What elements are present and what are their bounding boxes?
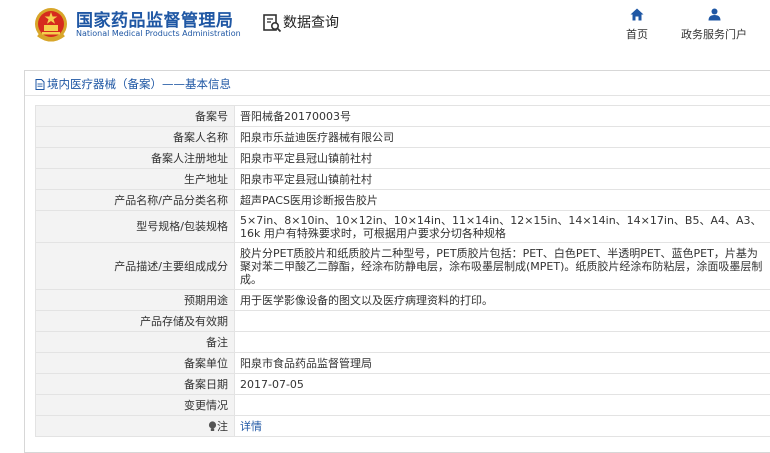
field-label: 产品名称/产品分类名称 xyxy=(36,190,235,211)
site-header: 国家药品监督管理局 National Medical Products Admi… xyxy=(0,0,770,58)
field-value: 阳泉市食品药品监督管理局 xyxy=(235,353,770,374)
field-label: 产品描述/主要组成成分 xyxy=(36,243,235,290)
field-label: 预期用途 xyxy=(36,290,235,311)
field-value: 阳泉市平定县冠山镇前社村 xyxy=(235,148,770,169)
data-query-icon xyxy=(262,13,282,33)
breadcrumb-text: 境内医疗器械（备案）——基本信息 xyxy=(47,77,231,91)
field-value: 用于医学影像设备的图文以及医疗病理资料的打印。 xyxy=(235,290,770,311)
detail-panel: 境内医疗器械（备案）——基本信息 备案号 晋阳械备20170003号 备案人名称… xyxy=(24,70,770,453)
table-row: 产品描述/主要组成成分 胶片分PET质胶片和纸质胶片二种型号，PET质胶片包括：… xyxy=(36,243,770,290)
field-label: 生产地址 xyxy=(36,169,235,190)
org-name-cn: 国家药品监督管理局 xyxy=(76,6,234,31)
details-link[interactable]: 详情 xyxy=(240,420,262,433)
field-label: 备案号 xyxy=(36,106,235,127)
field-value xyxy=(235,311,770,332)
field-label: 备案日期 xyxy=(36,374,235,395)
document-icon xyxy=(35,79,45,90)
table-row: 备案人注册地址 阳泉市平定县冠山镇前社村 xyxy=(36,148,770,169)
nav-service-portal[interactable]: 政务服务门户 xyxy=(674,8,754,42)
national-emblem-icon xyxy=(34,5,68,43)
breadcrumb: 境内医疗器械（备案）——基本信息 xyxy=(25,71,770,96)
note-value: 详情 xyxy=(235,416,770,437)
field-value: 2017-07-05 xyxy=(235,374,770,395)
field-value: 晋阳械备20170003号 xyxy=(235,106,770,127)
field-label: 型号规格/包装规格 xyxy=(36,211,235,243)
field-label: 产品存储及有效期 xyxy=(36,311,235,332)
nav-service-label: 政务服务门户 xyxy=(681,28,747,41)
field-value: 阳泉市乐益迪医疗器械有限公司 xyxy=(235,127,770,148)
field-value xyxy=(235,395,770,416)
field-value: 5×7in、8×10in、10×12in、10×14in、11×14in、12×… xyxy=(235,211,770,243)
info-table: 备案号 晋阳械备20170003号 备案人名称 阳泉市乐益迪医疗器械有限公司 备… xyxy=(35,105,770,437)
user-icon xyxy=(708,8,721,21)
field-value xyxy=(235,332,770,353)
table-row: 变更情况 xyxy=(36,395,770,416)
table-row: 备案日期 2017-07-05 xyxy=(36,374,770,395)
table-row: 备案单位 阳泉市食品药品监督管理局 xyxy=(36,353,770,374)
table-row-note: 注 详情 xyxy=(36,416,770,437)
table-row: 产品名称/产品分类名称 超声PACS医用诊断报告胶片 xyxy=(36,190,770,211)
note-label-text: 注 xyxy=(217,420,228,433)
note-label: 注 xyxy=(36,416,235,437)
nav-home-label: 首页 xyxy=(626,28,648,41)
nav-home[interactable]: 首页 xyxy=(620,8,654,42)
field-value: 超声PACS医用诊断报告胶片 xyxy=(235,190,770,211)
data-query-label[interactable]: 数据查询 xyxy=(283,12,339,32)
field-label: 变更情况 xyxy=(36,395,235,416)
table-row: 生产地址 阳泉市平定县冠山镇前社村 xyxy=(36,169,770,190)
field-label: 备案人注册地址 xyxy=(36,148,235,169)
table-row: 型号规格/包装规格 5×7in、8×10in、10×12in、10×14in、1… xyxy=(36,211,770,243)
field-label: 备案单位 xyxy=(36,353,235,374)
field-label: 备注 xyxy=(36,332,235,353)
field-value: 胶片分PET质胶片和纸质胶片二种型号，PET质胶片包括：PET、白色PET、半透… xyxy=(235,243,770,290)
field-value: 阳泉市平定县冠山镇前社村 xyxy=(235,169,770,190)
table-row: 预期用途 用于医学影像设备的图文以及医疗病理资料的打印。 xyxy=(36,290,770,311)
table-row: 备注 xyxy=(36,332,770,353)
table-row: 备案号 晋阳械备20170003号 xyxy=(36,106,770,127)
home-icon xyxy=(630,8,644,21)
field-label: 备案人名称 xyxy=(36,127,235,148)
table-row: 产品存储及有效期 xyxy=(36,311,770,332)
table-row: 备案人名称 阳泉市乐益迪医疗器械有限公司 xyxy=(36,127,770,148)
lightbulb-icon xyxy=(208,421,217,432)
org-name-en: National Medical Products Administration xyxy=(76,29,241,38)
